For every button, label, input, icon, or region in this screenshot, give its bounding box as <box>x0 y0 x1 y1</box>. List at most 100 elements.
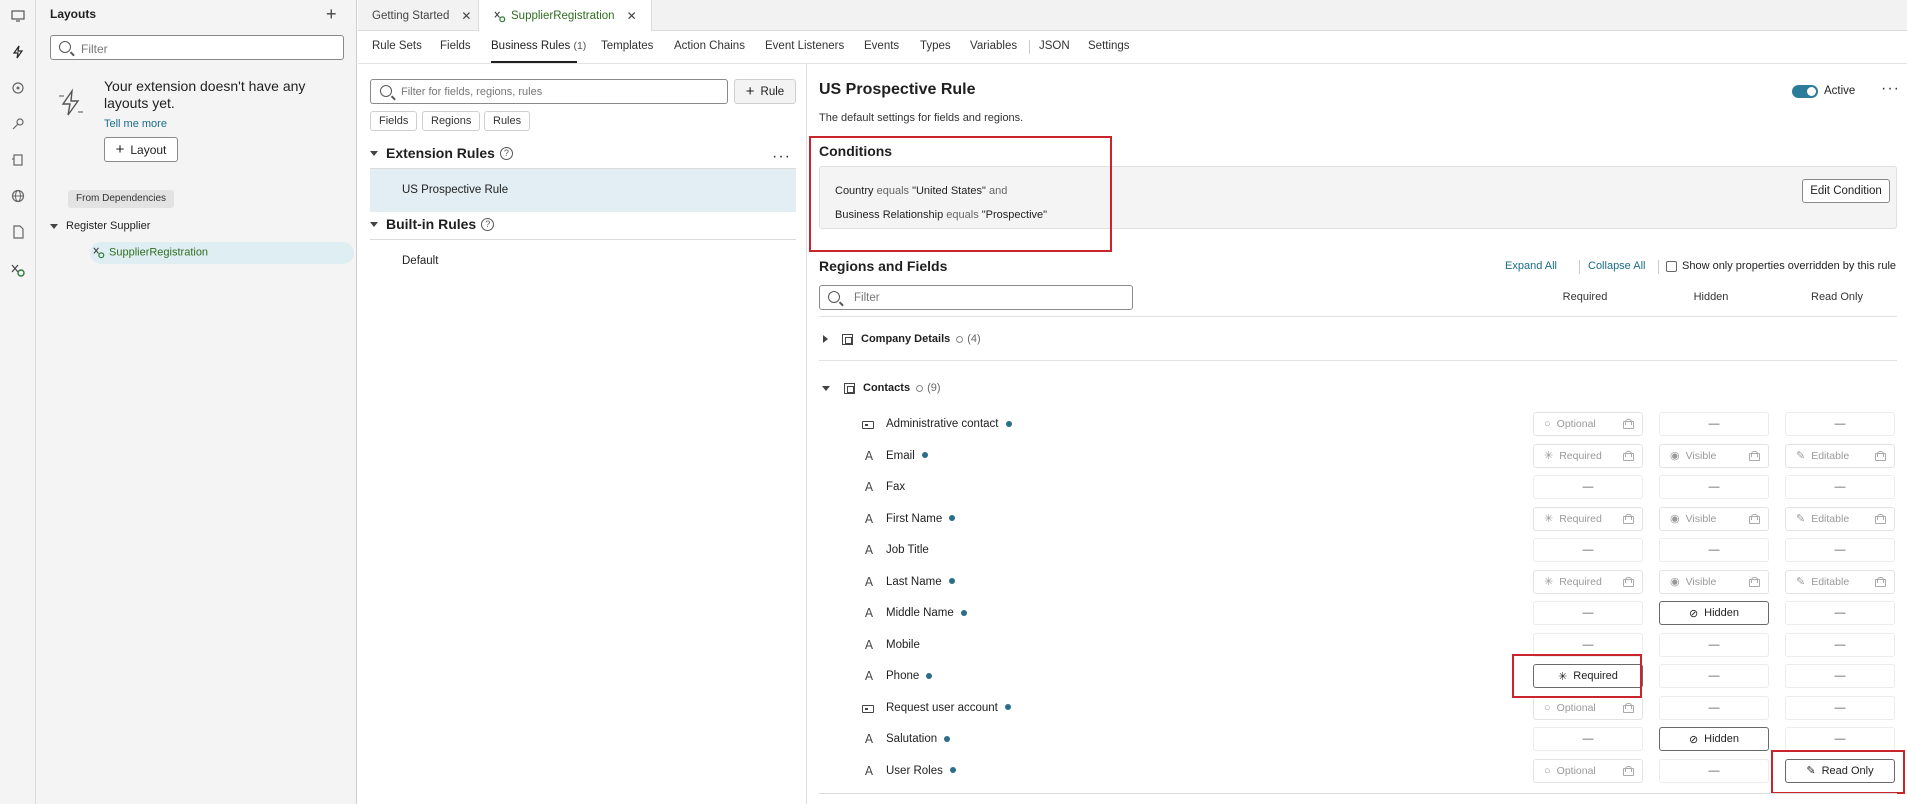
rule-item-us-prospective[interactable]: US Prospective Rule <box>370 169 796 212</box>
required-cell[interactable]: ○ Optional <box>1533 412 1643 436</box>
subnav-event-listeners[interactable]: Event Listeners <box>765 40 844 52</box>
field-row-mobile[interactable]: A Mobile — — — <box>819 632 1897 663</box>
add-layout-button[interactable]: + Layout <box>104 137 178 162</box>
field-row-first-name[interactable]: A First Name ✳ Required ◉ Visible ✎ Editable <box>819 506 1897 537</box>
rule-item-default[interactable]: Default <box>370 240 796 283</box>
hidden-cell[interactable]: ◉ Visible <box>1659 443 1769 468</box>
globe-icon[interactable] <box>8 186 28 206</box>
field-row-middle-name[interactable]: A Middle Name — ⊘ Hidden — <box>819 600 1897 631</box>
readonly-cell[interactable]: — <box>1785 632 1895 657</box>
document-icon[interactable] <box>8 222 28 242</box>
subnav-fields[interactable]: Fields <box>440 40 471 52</box>
close-icon[interactable]: ✕ <box>627 9 637 23</box>
monitor-icon[interactable] <box>8 6 28 26</box>
readonly-cell[interactable]: ✎ Editable <box>1785 443 1895 468</box>
hidden-cell[interactable]: — <box>1659 412 1769 436</box>
subnav-rule-sets[interactable]: Rule Sets <box>372 40 422 52</box>
edit-condition-button[interactable]: Edit Condition <box>1802 179 1890 203</box>
events-icon[interactable] <box>8 78 28 98</box>
hidden-cell[interactable]: ◉ Visible <box>1659 569 1769 594</box>
add-layout-icon[interactable]: + <box>326 4 337 24</box>
chip-regions[interactable]: Regions <box>422 111 481 131</box>
hidden-cell[interactable]: — <box>1659 475 1769 499</box>
help-icon[interactable]: ? <box>499 146 513 160</box>
field-row-phone[interactable]: A Phone ✳ Required — — <box>819 663 1897 694</box>
tree-item-supplier-registration[interactable]: SupplierRegistration <box>92 246 208 259</box>
layouts-icon[interactable] <box>8 260 28 280</box>
field-row-request-user-account[interactable]: Request user account ○ Optional — — <box>819 695 1897 726</box>
chip-rules[interactable]: Rules <box>484 111 531 131</box>
readonly-cell[interactable]: — <box>1785 475 1895 499</box>
readonly-cell[interactable]: — <box>1785 601 1895 625</box>
required-cell[interactable]: ○ Optional <box>1533 695 1643 720</box>
hidden-cell[interactable]: — <box>1659 695 1769 720</box>
hidden-cell[interactable]: — <box>1659 758 1769 783</box>
overridden-dot-icon <box>1004 704 1011 711</box>
tab-getting-started[interactable]: Getting Started ✕ <box>358 0 485 31</box>
subnav-business-rules[interactable]: Business Rules (1) <box>491 40 586 52</box>
field-row-salutation[interactable]: A Salutation — ⊘ Hidden — <box>819 726 1897 757</box>
required-cell[interactable]: — <box>1533 601 1643 625</box>
required-cell[interactable]: — <box>1533 538 1643 562</box>
builtin-rules-header[interactable]: Built-in Rules ? <box>370 216 495 232</box>
readonly-cell[interactable]: — <box>1785 538 1895 562</box>
search-icon <box>59 41 71 53</box>
readonly-cell[interactable]: ✎ Editable <box>1785 569 1895 594</box>
subnav-templates[interactable]: Templates <box>601 40 653 52</box>
field-row-user-roles[interactable]: A User Roles ○ Optional — ✎ Read Only <box>819 758 1897 789</box>
overridden-dot-icon <box>949 515 956 522</box>
more-options-icon[interactable]: ··· <box>1881 80 1900 98</box>
readonly-cell[interactable]: — <box>1785 412 1895 436</box>
business-rules-icon[interactable] <box>8 42 28 62</box>
group-company-details[interactable]: Company Details (4) <box>819 333 981 345</box>
lock-icon <box>1875 450 1886 461</box>
required-cell[interactable]: — <box>1533 727 1643 751</box>
field-row-email[interactable]: A Email ✳ Required ◉ Visible ✎ Editable <box>819 443 1897 474</box>
readonly-cell[interactable]: ✎ Editable <box>1785 506 1895 531</box>
layouts-filter-input[interactable]: Filter <box>50 35 344 60</box>
hidden-cell[interactable]: — <box>1659 632 1769 657</box>
subnav-action-chains[interactable]: Action Chains <box>674 40 745 52</box>
subnav-settings[interactable]: Settings <box>1088 40 1130 52</box>
hidden-on-icon: ⊘ <box>1688 607 1699 620</box>
rules-filter-input[interactable]: Filter for fields, regions, rules <box>370 79 728 104</box>
tell-me-more-link[interactable]: Tell me more <box>104 118 167 130</box>
required-cell[interactable]: ○ Optional <box>1533 758 1643 783</box>
help-icon[interactable]: ? <box>481 217 495 231</box>
readonly-cell[interactable]: — <box>1785 664 1895 688</box>
readonly-cell[interactable]: — <box>1785 727 1895 751</box>
group-contacts[interactable]: Contacts (9) <box>819 382 941 394</box>
hidden-cell[interactable]: ⊘ Hidden <box>1659 727 1769 751</box>
add-rule-button[interactable]: + Rule <box>734 79 796 104</box>
subnav-types[interactable]: Types <box>920 40 951 52</box>
subnav-json[interactable]: JSON <box>1039 40 1070 52</box>
extension-rules-header[interactable]: Extension Rules ? <box>370 145 513 161</box>
field-row-administrative-contact[interactable]: Administrative contact ○ Optional — — <box>819 411 1897 442</box>
subnav-events[interactable]: Events <box>864 40 899 52</box>
readonly-cell[interactable]: — <box>1785 695 1895 720</box>
active-toggle[interactable] <box>1792 85 1818 98</box>
expand-all-link[interactable]: Expand All <box>1505 260 1557 272</box>
hidden-cell[interactable]: ◉ Visible <box>1659 506 1769 531</box>
field-row-fax[interactable]: A Fax — — — <box>819 474 1897 505</box>
required-cell[interactable]: — <box>1533 475 1643 499</box>
field-row-last-name[interactable]: A Last Name ✳ Required ◉ Visible ✎ Editable <box>819 569 1897 600</box>
required-cell[interactable]: ✳ Required <box>1533 506 1643 531</box>
tree-item-register-supplier[interactable]: Register Supplier <box>50 220 150 232</box>
hidden-cell[interactable]: — <box>1659 664 1769 688</box>
collapse-all-link[interactable]: Collapse All <box>1588 260 1645 272</box>
field-row-job-title[interactable]: A Job Title — — — <box>819 537 1897 568</box>
component-icon[interactable] <box>8 150 28 170</box>
close-icon[interactable]: ✕ <box>461 9 471 23</box>
required-cell[interactable]: ✳ Required <box>1533 569 1643 594</box>
chip-fields[interactable]: Fields <box>370 111 418 131</box>
required-cell[interactable]: — <box>1533 632 1643 657</box>
required-cell[interactable]: ✳ Required <box>1533 443 1643 468</box>
more-options-icon[interactable]: ··· <box>772 148 791 166</box>
hidden-cell[interactable]: — <box>1659 538 1769 562</box>
subnav-variables[interactable]: Variables <box>970 40 1017 52</box>
fields-filter-input[interactable]: Filter <box>819 285 1133 310</box>
tab-supplier-registration[interactable]: SupplierRegistration ✕ <box>478 0 652 32</box>
hidden-cell[interactable]: ⊘ Hidden <box>1659 601 1769 625</box>
key-icon[interactable] <box>8 114 28 134</box>
